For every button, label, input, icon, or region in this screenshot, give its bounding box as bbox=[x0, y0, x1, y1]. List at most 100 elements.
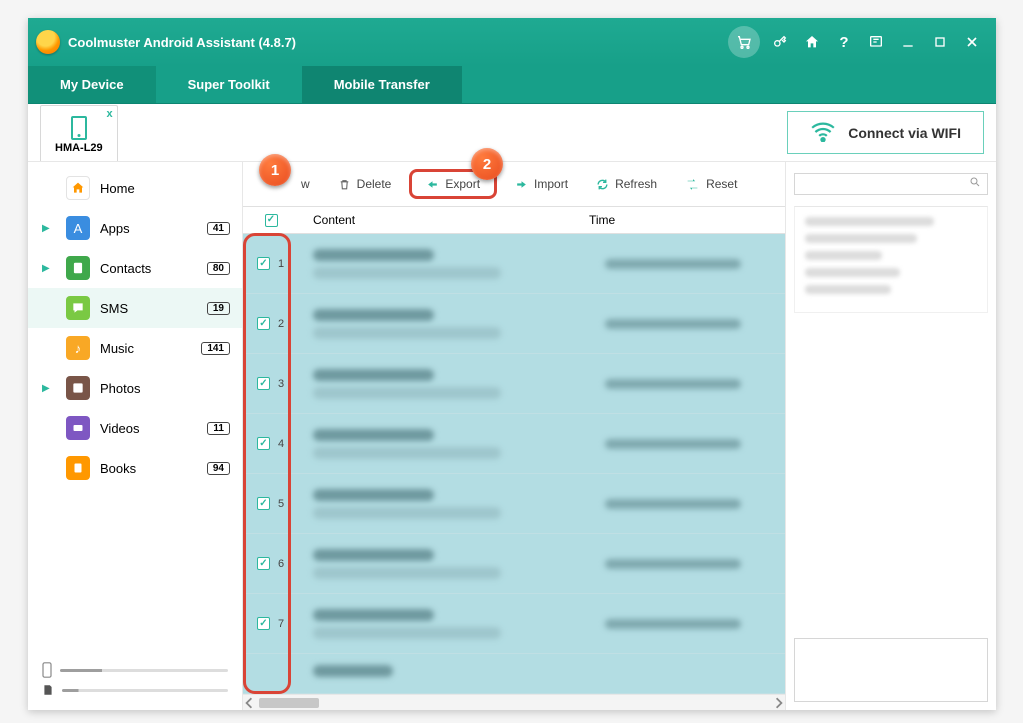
row-checkbox[interactable] bbox=[257, 377, 270, 390]
table-row[interactable]: 2 bbox=[243, 294, 785, 354]
select-all-checkbox[interactable] bbox=[265, 214, 278, 227]
videos-icon bbox=[66, 416, 90, 440]
new-button[interactable]: w bbox=[291, 173, 320, 195]
search-input-wrapper[interactable] bbox=[794, 173, 988, 195]
row-content bbox=[299, 601, 595, 647]
feedback-button[interactable] bbox=[862, 28, 890, 56]
tab-super-toolkit[interactable]: Super Toolkit bbox=[156, 66, 302, 103]
content-area: w Delete Export Import bbox=[243, 162, 786, 710]
table-row[interactable]: 6 bbox=[243, 534, 785, 594]
row-checkbox[interactable] bbox=[257, 497, 270, 510]
sidebar-item-videos[interactable]: Videos 11 bbox=[28, 408, 242, 448]
row-check-cell[interactable]: 6 bbox=[243, 557, 299, 570]
home-button[interactable] bbox=[798, 28, 826, 56]
scroll-left-icon[interactable] bbox=[243, 697, 255, 709]
sms-icon bbox=[66, 296, 90, 320]
search-input[interactable] bbox=[801, 178, 969, 190]
minimize-button[interactable] bbox=[894, 28, 922, 56]
close-button[interactable] bbox=[958, 28, 986, 56]
row-checkbox[interactable] bbox=[257, 257, 270, 270]
row-check-cell[interactable]: 1 bbox=[243, 257, 299, 270]
row-checkbox[interactable] bbox=[257, 437, 270, 450]
app-logo-icon bbox=[36, 30, 60, 54]
tab-mobile-transfer[interactable]: Mobile Transfer bbox=[302, 66, 462, 103]
reset-button[interactable]: Reset bbox=[675, 173, 747, 195]
body: Home ▶ A Apps 41 ▶ Contacts 80 SM bbox=[28, 162, 996, 710]
refresh-icon bbox=[596, 178, 609, 191]
key-button[interactable] bbox=[766, 28, 794, 56]
hscroll-thumb[interactable] bbox=[259, 698, 319, 708]
row-checkbox[interactable] bbox=[257, 617, 270, 630]
refresh-button[interactable]: Refresh bbox=[586, 173, 667, 195]
sidebar-item-music[interactable]: ♪ Music 141 bbox=[28, 328, 242, 368]
table-row[interactable] bbox=[243, 654, 785, 694]
content-column-header[interactable]: Content bbox=[299, 213, 579, 227]
wifi-icon bbox=[810, 120, 836, 145]
select-all-header[interactable] bbox=[243, 214, 299, 227]
import-button[interactable]: Import bbox=[505, 173, 578, 195]
device-close-icon[interactable]: x bbox=[107, 108, 113, 120]
cart-button[interactable] bbox=[728, 26, 760, 58]
main-tabbar: My Device Super Toolkit Mobile Transfer bbox=[28, 66, 996, 104]
row-time bbox=[595, 551, 785, 577]
table-row[interactable]: 7 bbox=[243, 594, 785, 654]
row-check-cell[interactable]: 3 bbox=[243, 377, 299, 390]
row-check-cell[interactable]: 7 bbox=[243, 617, 299, 630]
search-icon[interactable] bbox=[969, 175, 981, 193]
device-bar: x HMA-L29 Connect via WIFI bbox=[28, 104, 996, 162]
device-tab[interactable]: x HMA-L29 bbox=[40, 105, 118, 161]
row-number: 6 bbox=[278, 558, 284, 570]
row-checkbox[interactable] bbox=[257, 317, 270, 330]
row-content bbox=[299, 301, 595, 347]
reply-box[interactable] bbox=[794, 638, 988, 702]
connect-wifi-label: Connect via WIFI bbox=[848, 125, 961, 141]
badge: 80 bbox=[207, 262, 230, 275]
row-content bbox=[299, 361, 595, 407]
caret-icon: ▶ bbox=[42, 223, 56, 234]
table-body[interactable]: 1 2 3 4 5 6 7 bbox=[243, 234, 785, 694]
row-content bbox=[299, 481, 595, 527]
search-row bbox=[786, 162, 996, 206]
sidebar-item-home[interactable]: Home bbox=[28, 168, 242, 208]
sidebar-item-sms[interactable]: SMS 19 bbox=[28, 288, 242, 328]
sidebar-item-apps[interactable]: ▶ A Apps 41 bbox=[28, 208, 242, 248]
scroll-right-icon[interactable] bbox=[773, 697, 785, 709]
tab-my-device[interactable]: My Device bbox=[28, 66, 156, 103]
row-check-cell[interactable]: 2 bbox=[243, 317, 299, 330]
delete-button[interactable]: Delete bbox=[328, 173, 402, 195]
maximize-button[interactable] bbox=[926, 28, 954, 56]
music-icon: ♪ bbox=[66, 336, 90, 360]
sidebar-item-contacts[interactable]: ▶ Contacts 80 bbox=[28, 248, 242, 288]
row-time bbox=[595, 311, 785, 337]
time-column-header[interactable]: Time bbox=[579, 213, 769, 227]
row-time bbox=[595, 431, 785, 457]
row-check-cell[interactable]: 5 bbox=[243, 497, 299, 510]
caret-icon: ▶ bbox=[42, 263, 56, 274]
row-content bbox=[299, 241, 595, 287]
info-card bbox=[794, 206, 988, 313]
books-icon bbox=[66, 456, 90, 480]
sidebar-item-books[interactable]: Books 94 bbox=[28, 448, 242, 488]
main-area: w Delete Export Import bbox=[243, 162, 996, 710]
row-time bbox=[595, 491, 785, 517]
row-check-cell[interactable]: 4 bbox=[243, 437, 299, 450]
device-name: HMA-L29 bbox=[55, 142, 103, 154]
detail-panel bbox=[786, 162, 996, 710]
table-row[interactable]: 3 bbox=[243, 354, 785, 414]
row-checkbox[interactable] bbox=[257, 557, 270, 570]
table-row[interactable]: 4 bbox=[243, 414, 785, 474]
import-icon bbox=[515, 178, 528, 191]
phone-storage-icon bbox=[42, 662, 52, 678]
connect-wifi-button[interactable]: Connect via WIFI bbox=[787, 111, 984, 154]
row-time bbox=[595, 611, 785, 637]
table-row[interactable]: 5 bbox=[243, 474, 785, 534]
horizontal-scrollbar[interactable] bbox=[243, 694, 785, 710]
badge: 19 bbox=[207, 302, 230, 315]
internal-storage-row bbox=[42, 662, 228, 678]
trash-icon bbox=[338, 178, 351, 191]
sidebar-item-photos[interactable]: ▶ Photos bbox=[28, 368, 242, 408]
badge: 141 bbox=[201, 342, 230, 355]
app-title: Coolmuster Android Assistant (4.8.7) bbox=[68, 35, 296, 50]
table-row[interactable]: 1 bbox=[243, 234, 785, 294]
help-button[interactable]: ? bbox=[830, 28, 858, 56]
